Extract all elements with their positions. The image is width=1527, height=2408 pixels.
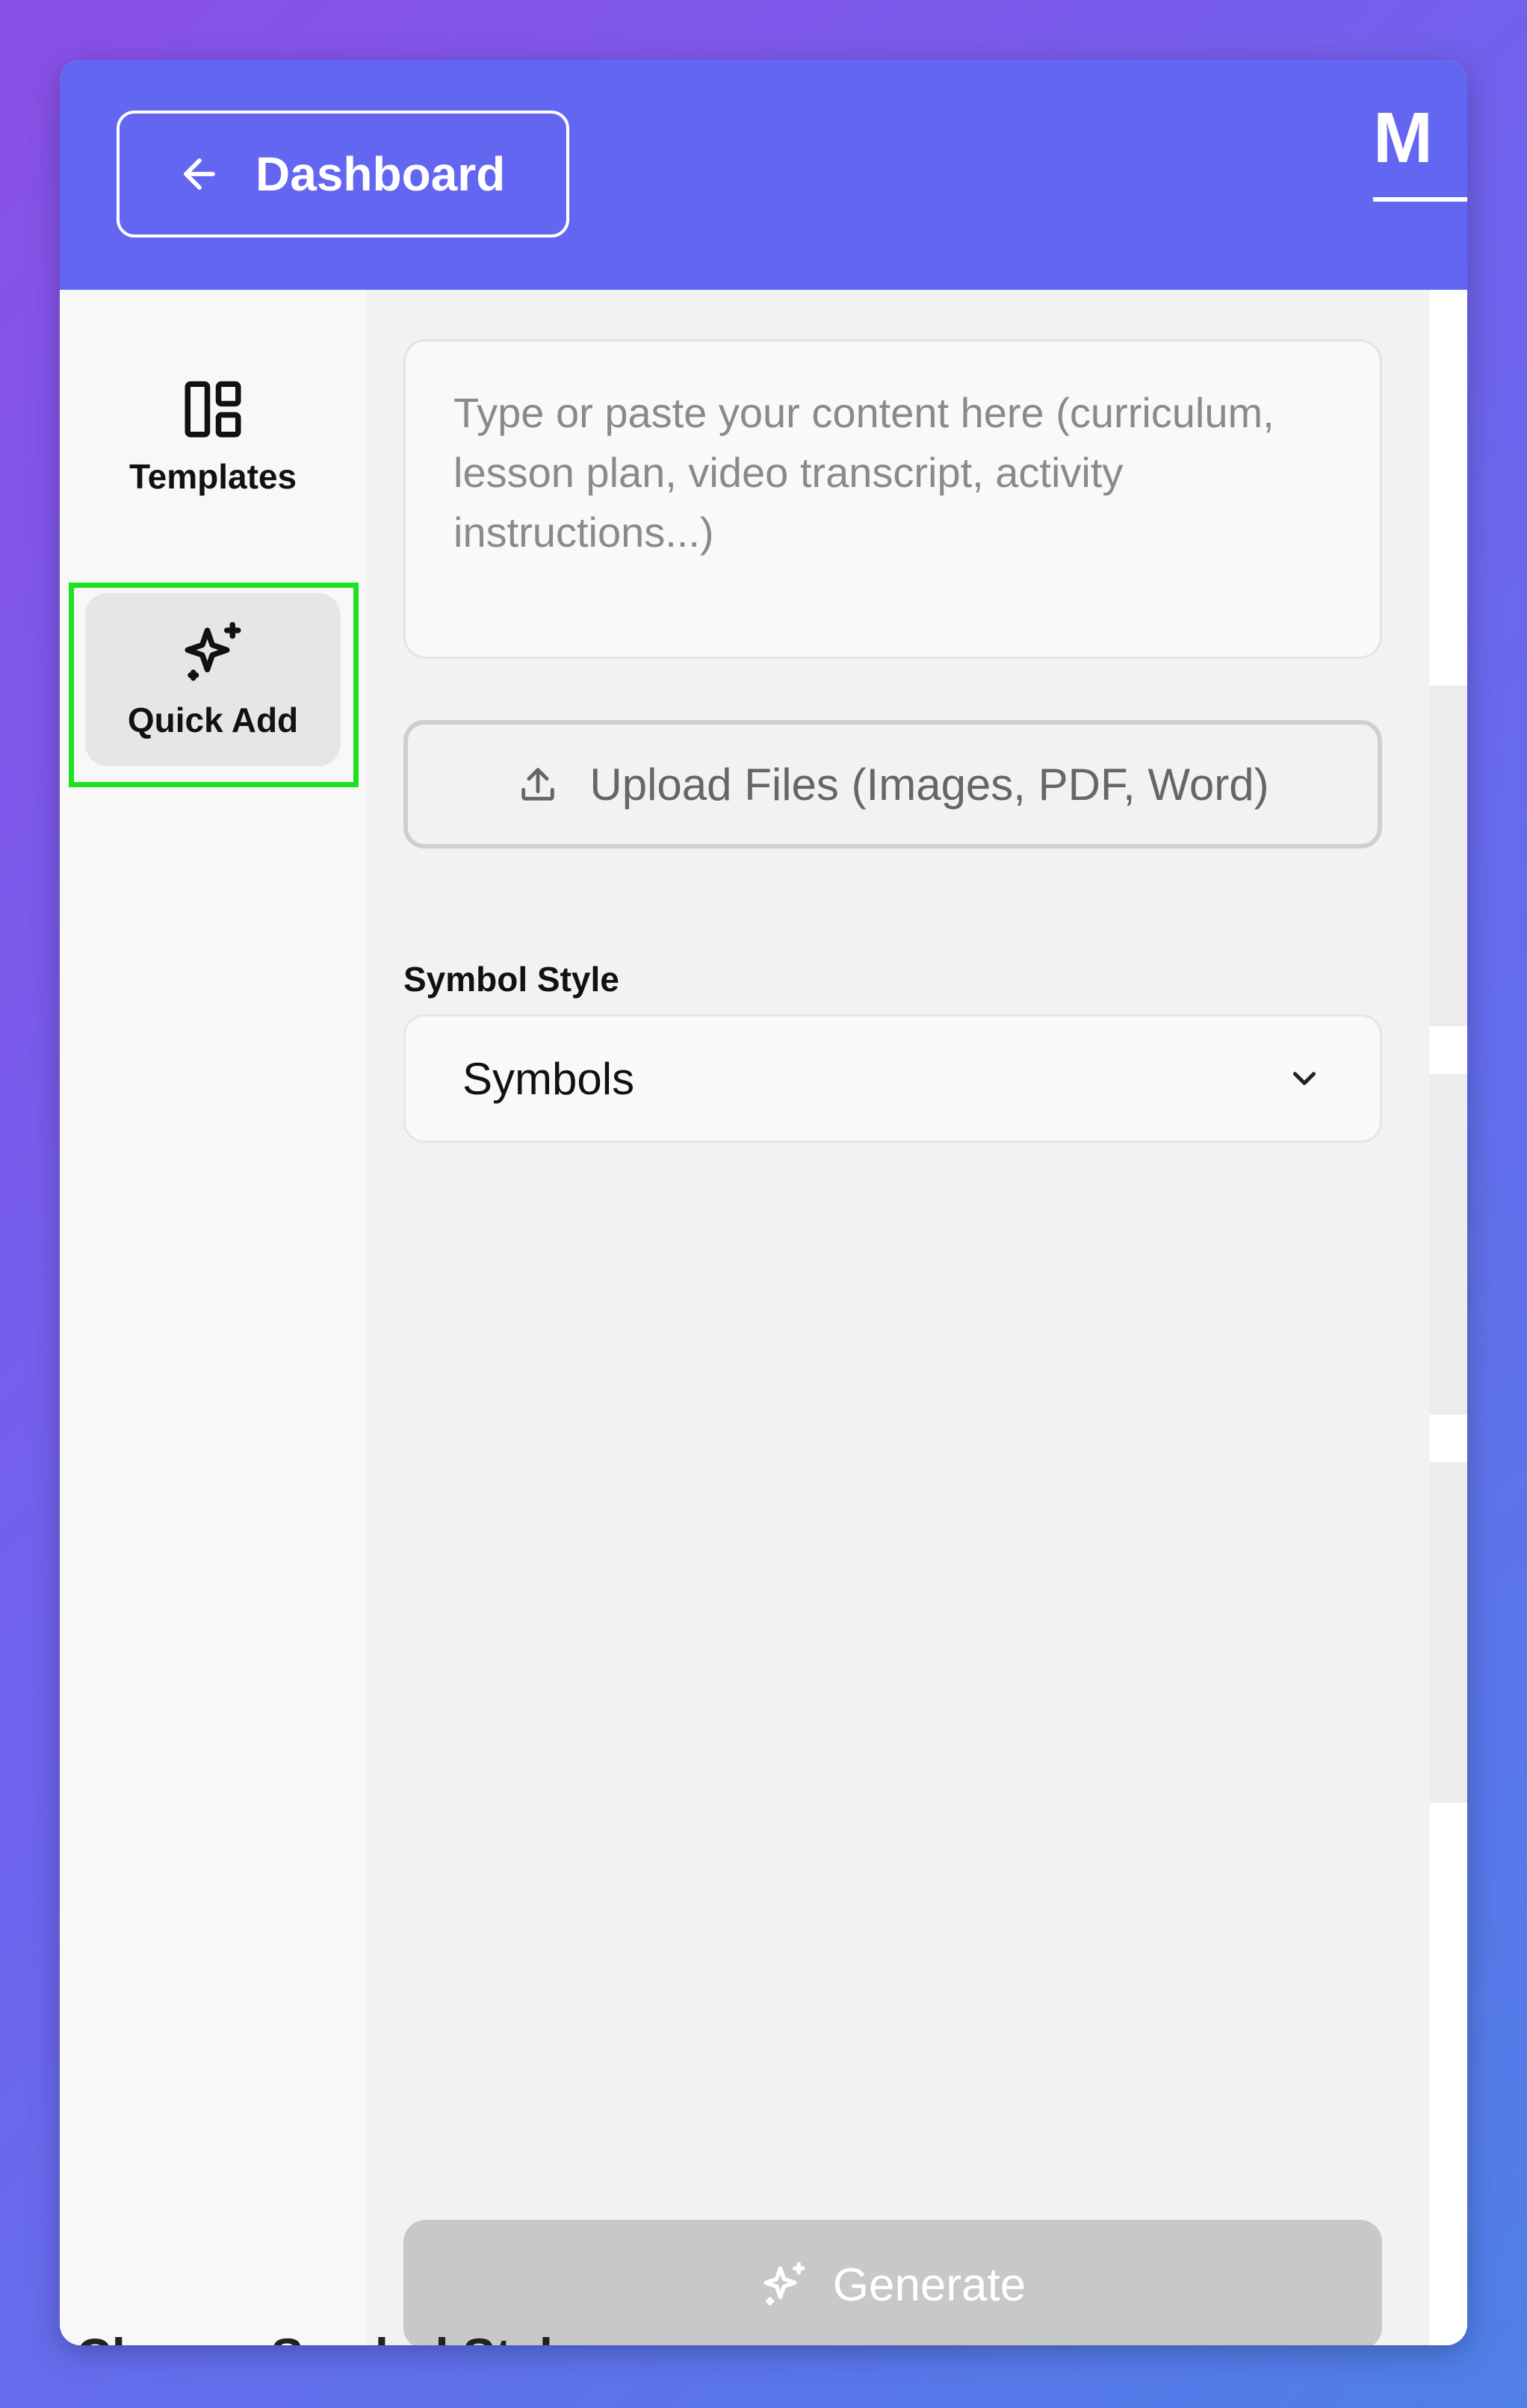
upload-files-button[interactable]: Upload Files (Images, PDF, Word) [403,720,1382,848]
chevron-down-icon [1293,1072,1316,1085]
layout-grid-icon [185,381,241,438]
sidebar-item-quick-add[interactable]: Quick Add [85,593,341,766]
sidebar-item-label: Templates [128,457,297,496]
title-underline [1373,197,1467,202]
upload-button-label: Upload Files (Images, PDF, Word) [589,759,1269,810]
background-panel [1430,1462,1467,1803]
app-window: Dashboard M Templates Quick Add Type or … [60,60,1467,2345]
header-bar: Dashboard M [60,60,1467,290]
sparkles-icon [185,621,241,681]
sidebar: Templates Quick Add [60,290,366,2345]
symbol-style-value: Symbols [462,1053,635,1104]
content-input-box [403,339,1382,659]
symbol-style-label: Symbol Style [403,960,619,999]
content-textarea[interactable] [453,383,1332,615]
symbol-style-select[interactable]: Symbols [403,1014,1382,1143]
background-panel [1430,1074,1467,1415]
back-button-label: Dashboard [255,147,506,201]
quick-add-panel: Upload Files (Images, PDF, Word) Symbol … [366,290,1430,2345]
background-panel [1430,686,1467,1026]
background-page-strip [1430,290,1467,2345]
sidebar-item-label: Quick Add [127,701,299,739]
arrow-left-icon [184,158,215,190]
upload-icon [521,768,555,801]
generate-button-label: Generate [832,2259,1026,2311]
generate-button[interactable]: Generate [403,2220,1382,2345]
sidebar-item-templates[interactable]: Templates [85,350,341,523]
back-to-dashboard-button[interactable]: Dashboard [117,111,569,238]
page-title: M [1373,98,1433,178]
sparkles-icon [764,2262,805,2306]
background-heading: Choose Symbol Style: [76,2327,597,2345]
